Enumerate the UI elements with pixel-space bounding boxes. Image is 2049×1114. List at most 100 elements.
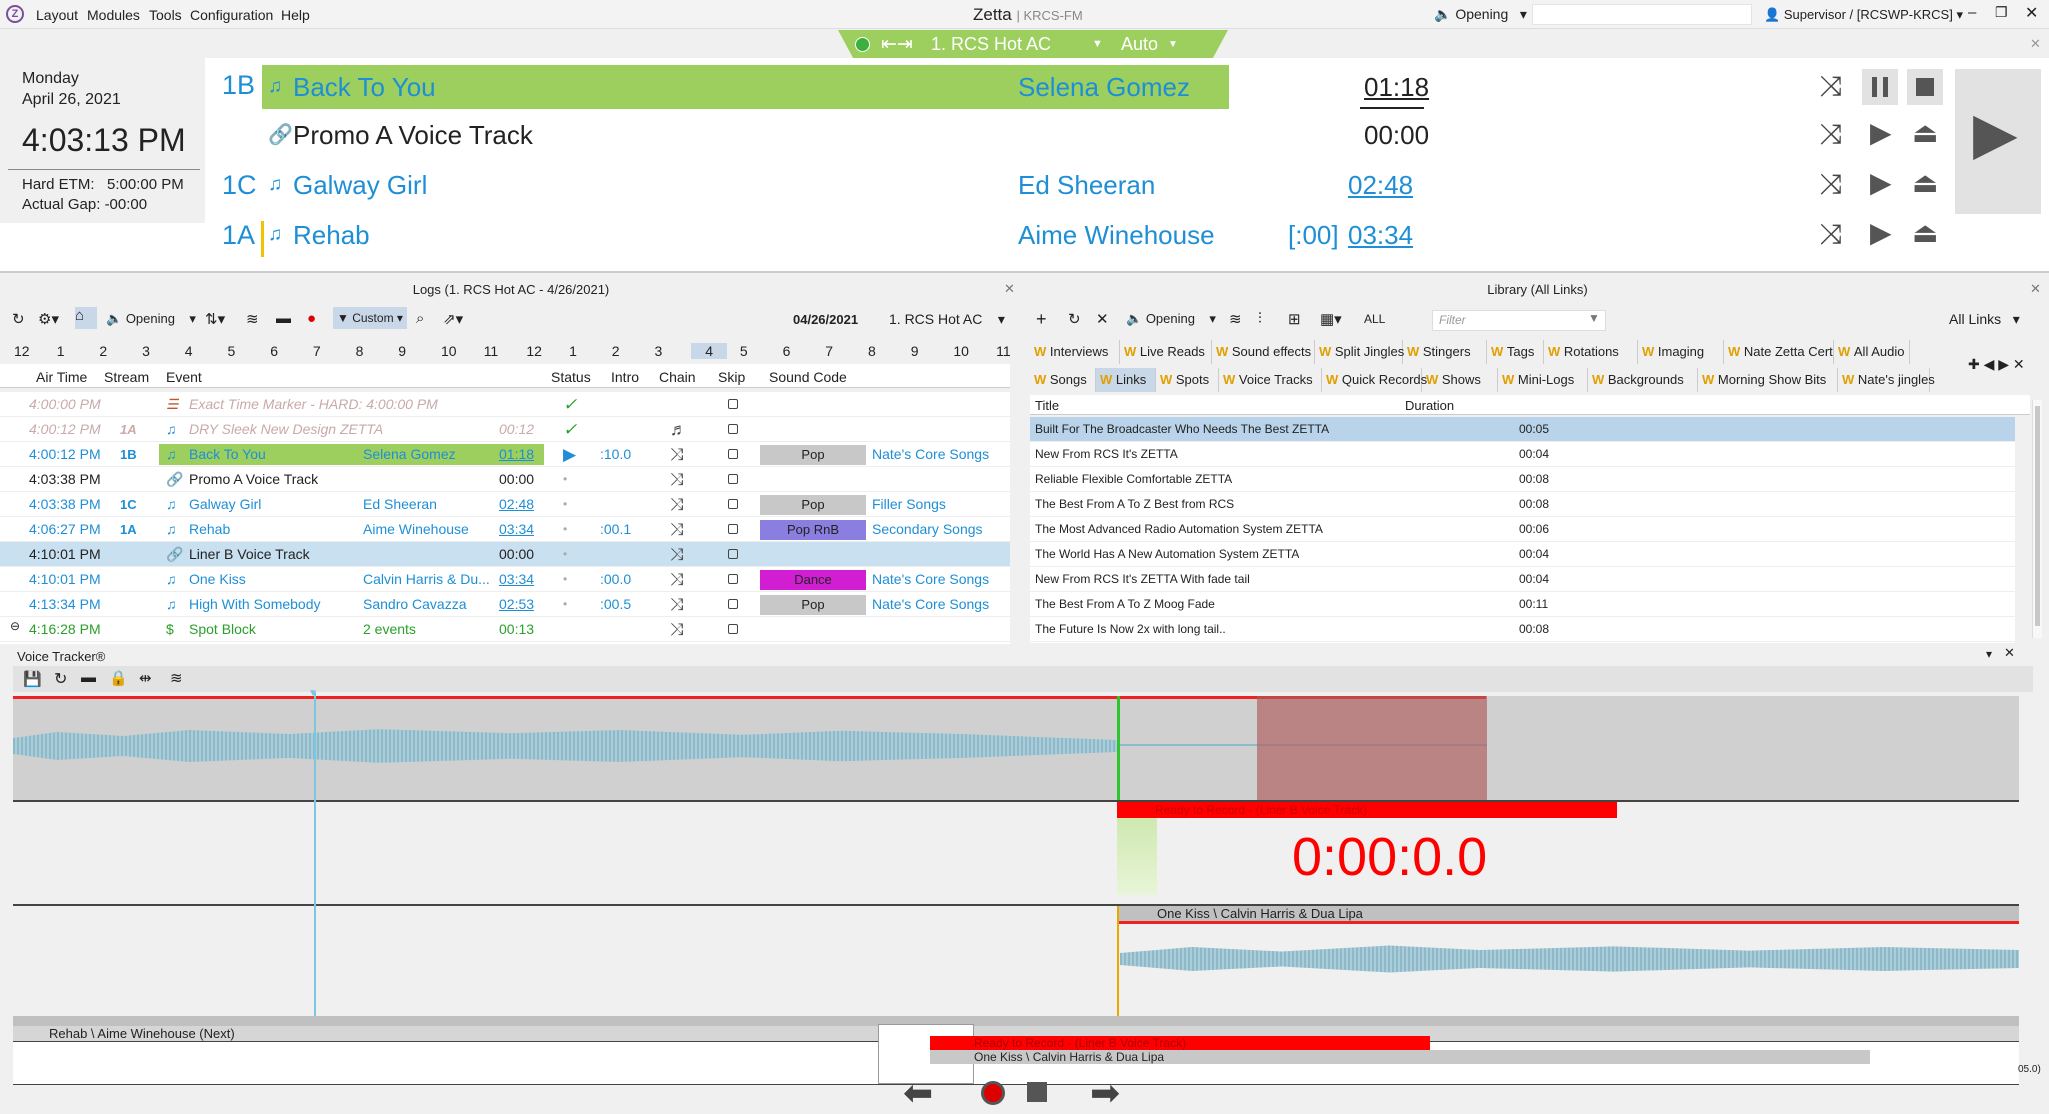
vt-collapse-icon[interactable]: ▾	[1986, 647, 1992, 661]
library-tab[interactable]: W Split Jingles	[1315, 340, 1404, 364]
cancel-icon[interactable]: ✕	[1096, 310, 1109, 328]
hour-button[interactable]: 7	[313, 343, 343, 359]
library-tab[interactable]: W Nate Zetta Cert	[1724, 340, 1834, 364]
col-sound-code[interactable]: Sound Code	[769, 369, 847, 385]
library-row[interactable]: The Most Advanced Radio Automation Syste…	[1030, 517, 2015, 542]
chain-icon[interactable]: ⤨	[670, 542, 684, 567]
logs-close-icon[interactable]: ✕	[1004, 281, 1015, 297]
vt-next-track-label[interactable]: One Kiss \ Calvin Harris & Dua Lipa	[1117, 906, 2019, 921]
restore-button[interactable]: ❐	[1995, 4, 2008, 21]
hour-button[interactable]: 3	[655, 343, 685, 359]
on-air-row-3[interactable]: ♫ Galway Girl Ed Sheeran 02:48	[262, 162, 1812, 208]
cue-arrows-icon[interactable]: ⇤⇥	[881, 30, 913, 59]
hour-button[interactable]: 12	[526, 343, 556, 359]
hour-button[interactable]: 8	[356, 343, 386, 359]
vt-next-start-marker[interactable]	[1117, 906, 1119, 1018]
log-row[interactable]: 4:10:01 PM ♫ One Kiss Calvin Harris & Du...…	[0, 567, 1010, 592]
on-air-row-4[interactable]: ♫ Rehab Aime Winehouse [:00] 03:34	[262, 212, 1812, 258]
menu-tools[interactable]: Tools	[149, 7, 182, 23]
col-chain[interactable]: Chain	[659, 369, 696, 385]
library-tab[interactable]: W Sound effects	[1212, 340, 1315, 364]
library-row[interactable]: The Best From A To Z Moog Fade 00:11	[1030, 592, 2015, 617]
prev-track-button[interactable]: ⬅	[903, 1072, 933, 1114]
chain-icon[interactable]: ⤨	[1820, 70, 1842, 103]
hour-button[interactable]: 5	[740, 343, 770, 359]
stop-button[interactable]	[1907, 69, 1943, 105]
collapse-icon[interactable]: ⊖	[10, 619, 20, 633]
log-row[interactable]: 4:13:34 PM ♫ High With Somebody Sandro Cava…	[0, 592, 1010, 617]
wifi-icon[interactable]: ≋	[1229, 310, 1242, 328]
library-tab[interactable]: W Voice Tracks	[1219, 368, 1322, 392]
library-tab[interactable]: W Morning Show Bits	[1698, 368, 1838, 392]
hour-button[interactable]: 10	[441, 343, 471, 359]
refresh-icon[interactable]: ↻	[54, 669, 67, 689]
log-row[interactable]: 4:00:12 PM 1B ♫ Back To You Selena Gomez 01:1…	[0, 442, 1010, 467]
menu-configuration[interactable]: Configuration	[190, 7, 273, 23]
minimize-button[interactable]: –	[1968, 4, 1976, 21]
library-tab[interactable]: W All Audio	[1834, 340, 1910, 364]
hour-button[interactable]: 9	[911, 343, 941, 359]
user-menu[interactable]: 👤 Supervisor / [RCSWP-KRCS] ▾	[1764, 7, 1963, 23]
col-status[interactable]: Status	[551, 369, 591, 385]
stack-icon[interactable]: ▬	[276, 310, 291, 327]
play-button[interactable]: ▶	[1870, 116, 1892, 149]
col-stream[interactable]: Stream	[104, 369, 149, 385]
hour-button[interactable]: 8	[868, 343, 898, 359]
skip-checkbox[interactable]	[728, 624, 738, 634]
chain-icon[interactable]: ⤨	[670, 517, 684, 542]
skip-checkbox[interactable]	[728, 424, 738, 434]
hour-button[interactable]: 11	[996, 343, 1026, 359]
refresh-icon[interactable]: ↻	[12, 310, 25, 328]
filter-funnel-icon[interactable]: ▼	[1588, 311, 1600, 325]
hour-button[interactable]: 9	[398, 343, 428, 359]
hour-button[interactable]: 6	[783, 343, 813, 359]
skip-checkbox[interactable]	[728, 549, 738, 559]
chain-icon[interactable]: ⤨	[670, 592, 684, 617]
close-panel-icon[interactable]: ✕	[2030, 36, 2041, 52]
library-tab[interactable]: W Stingers	[1403, 340, 1487, 364]
log-date[interactable]: 04/26/2021	[793, 312, 858, 327]
vt-segue-marker[interactable]	[1117, 696, 1120, 800]
refresh-icon[interactable]: ↻	[1068, 310, 1081, 328]
library-row[interactable]: The World Has A New Automation System ZE…	[1030, 542, 2015, 567]
library-scope-selector[interactable]: All Links ▾	[1949, 311, 2020, 328]
record-icon[interactable]: ●	[307, 310, 316, 327]
library-filter-input[interactable]: Filter	[1432, 310, 1606, 331]
chain-icon[interactable]: ⤨	[670, 467, 684, 492]
library-tab[interactable]: W Spots	[1156, 368, 1219, 392]
eject-button[interactable]: ⏏	[1912, 116, 1938, 149]
vt-playhead[interactable]	[314, 692, 316, 1018]
chain-icon[interactable]: ⤨	[670, 567, 684, 592]
eject-button[interactable]: ⏏	[1912, 216, 1938, 249]
library-tab[interactable]: W Tags	[1487, 340, 1544, 364]
hour-button[interactable]: 4	[185, 343, 215, 359]
next-track-button[interactable]: ➡	[1090, 1072, 1120, 1114]
wifi-icon[interactable]: ≋	[246, 310, 259, 328]
wifi-icon[interactable]: ≋	[170, 669, 183, 687]
chain-icon[interactable]: ⤨	[670, 492, 684, 517]
col-air-time[interactable]: Air Time	[36, 369, 87, 385]
hour-button[interactable]: 3	[142, 343, 172, 359]
station-dropdown-icon[interactable]: ▼	[1092, 30, 1103, 59]
skip-checkbox[interactable]	[728, 524, 738, 534]
play-button[interactable]: ▶	[1870, 166, 1892, 199]
library-row[interactable]: New From RCS It's ZETTA 00:04	[1030, 442, 2015, 467]
home-icon[interactable]: ⌂	[75, 307, 97, 329]
playhead-handle-icon[interactable]: ▼	[308, 688, 318, 699]
hour-button[interactable]: 12	[14, 343, 44, 359]
hour-button[interactable]: 2	[612, 343, 642, 359]
log-row[interactable]: 4:16:28 PM $ Spot Block 2 events 00:13 ⤨	[0, 617, 1010, 642]
stop-button[interactable]	[1027, 1082, 1047, 1102]
library-tab[interactable]: W Interviews	[1030, 340, 1120, 364]
vt-ready-bar[interactable]: Ready to Record - (Liner B Voice Track)	[1117, 802, 1617, 818]
level-icon[interactable]: ⇹	[139, 669, 152, 687]
eject-button[interactable]: ⏏	[1912, 166, 1938, 199]
skip-checkbox[interactable]	[728, 399, 738, 409]
opening-selector[interactable]: 🔈 Opening ▾	[1434, 6, 1527, 23]
library-row[interactable]: New From RCS It's ZETTA With fade tail 00…	[1030, 567, 2015, 592]
lock-icon[interactable]: 🔒	[109, 669, 128, 687]
menu-modules[interactable]: Modules	[87, 7, 140, 23]
opening-selector[interactable]: 🔈 Opening ▾	[1126, 311, 1216, 327]
chain-icon[interactable]: ⤨	[1820, 218, 1842, 251]
calendar-icon[interactable]: ▦▾	[1320, 310, 1342, 328]
